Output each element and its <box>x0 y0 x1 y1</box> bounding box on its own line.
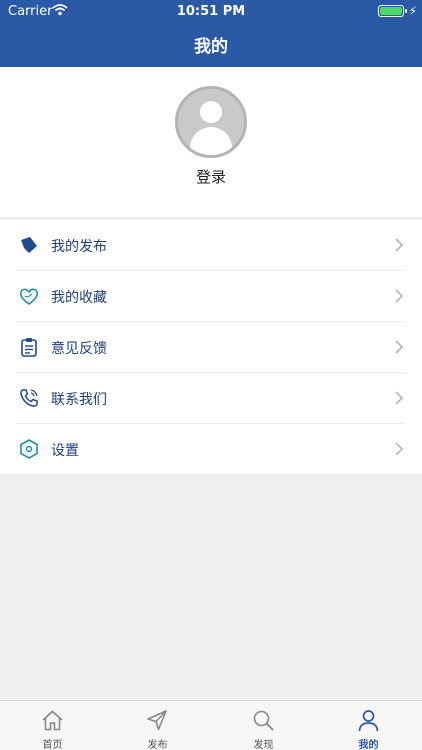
tab-label: 首页 <box>42 740 63 750</box>
menu-item-label: 设置 <box>51 443 79 459</box>
avatar[interactable] <box>175 86 247 158</box>
chevron-right-icon <box>395 340 404 354</box>
status-bar: Carrier 10:51 PM ⚡ <box>0 0 422 24</box>
chevron-right-icon <box>395 442 404 456</box>
battery-icon <box>378 5 407 17</box>
menu-item-label: 我的收藏 <box>51 290 107 306</box>
tab-publish[interactable]: 发布 <box>105 701 210 750</box>
menu-list: 我的发布 我的收藏 意见反馈 联系我们 设置 <box>0 220 422 474</box>
search-icon <box>253 710 274 731</box>
nav-header: Carrier 10:51 PM ⚡ 我的 <box>0 0 422 67</box>
tab-discover[interactable]: 发现 <box>211 701 316 750</box>
tab-label: 发布 <box>147 740 168 750</box>
profile-section: 登录 <box>0 67 422 217</box>
tab-label: 发现 <box>253 740 274 750</box>
tab-mine[interactable]: 我的 <box>316 701 421 750</box>
menu-item-settings[interactable]: 设置 <box>0 424 422 475</box>
menu-item-contact-us[interactable]: 联系我们 <box>0 373 422 424</box>
tab-label: 我的 <box>358 740 379 750</box>
page-title: 我的 <box>194 37 228 57</box>
user-icon <box>358 710 379 732</box>
menu-item-favorites[interactable]: 我的收藏 <box>0 271 422 322</box>
send-icon <box>147 710 167 731</box>
charging-icon: ⚡ <box>408 4 417 18</box>
clipboard-icon <box>21 338 37 357</box>
phone-icon <box>20 389 38 407</box>
chevron-right-icon <box>395 391 404 405</box>
hexagon-settings-icon <box>20 439 38 459</box>
login-button[interactable]: 登录 <box>0 166 422 187</box>
menu-item-my-posts[interactable]: 我的发布 <box>0 220 422 271</box>
menu-item-label: 意见反馈 <box>51 341 107 357</box>
status-time: 10:51 PM <box>176 4 246 19</box>
heart-icon <box>19 288 39 305</box>
chevron-right-icon <box>395 238 404 252</box>
tab-home[interactable]: 首页 <box>0 701 105 750</box>
menu-item-label: 我的发布 <box>51 239 107 255</box>
home-icon <box>42 710 63 731</box>
menu-item-feedback[interactable]: 意见反馈 <box>0 322 422 373</box>
chevron-right-icon <box>395 289 404 303</box>
tab-bar: 首页 发布 发现 我的 <box>0 700 422 750</box>
tag-icon <box>21 237 37 253</box>
menu-item-label: 联系我们 <box>51 392 107 408</box>
